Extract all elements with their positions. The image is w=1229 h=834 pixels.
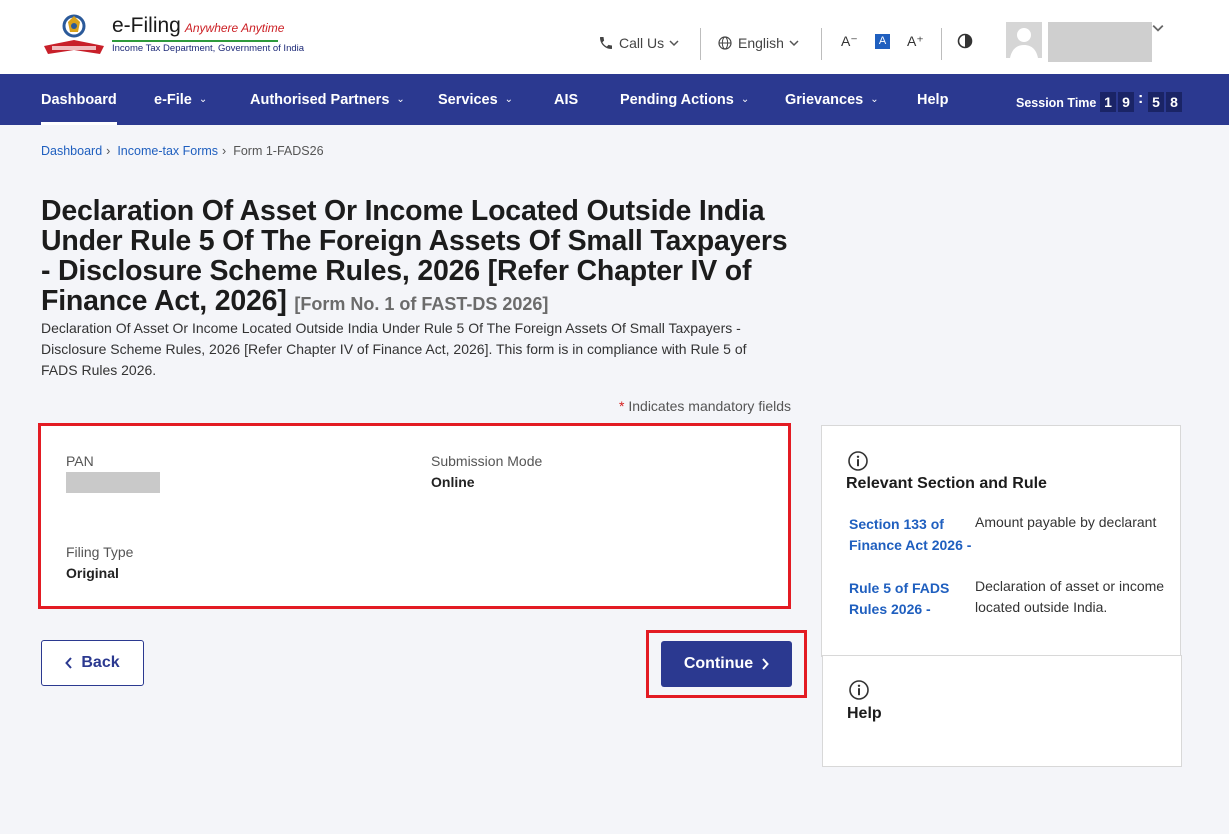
session-digit: 1 [1100,92,1116,112]
nav-authorised-partners[interactable]: Authorised Partners ⌄ [250,74,405,125]
user-icon [1010,28,1038,58]
nav-label: Dashboard [41,91,117,108]
filing-type-value: Original [66,565,119,581]
globe-icon [718,36,732,50]
breadcrumb-separator: › [222,144,227,158]
phone-icon [600,37,612,49]
user-name-masked[interactable] [1048,22,1152,62]
font-increase-button[interactable]: A⁺ [907,33,924,50]
page-title-form-number: [Form No. 1 of FAST-DS 2026] [294,294,549,314]
font-decrease-button[interactable]: A⁻ [841,33,858,50]
mandatory-note: * Indicates mandatory fields [600,398,791,414]
nav-dashboard[interactable]: Dashboard [41,74,117,125]
nav-pending-actions[interactable]: Pending Actions ⌄ [620,74,749,125]
nav-ais[interactable]: AIS [554,74,578,125]
chevron-down-icon [669,40,679,47]
nav-label: Pending Actions [620,91,734,108]
brand-name: e-Filing Anywhere Anytime [112,14,285,37]
continue-button-highlight: Continue [646,630,807,698]
efiling-logo[interactable]: e-Filing Anywhere Anytime Income Tax Depa… [40,10,304,62]
call-us-menu[interactable]: Call Us [598,30,679,56]
help-title[interactable]: Help [847,705,882,723]
section-133-link[interactable]: Section 133 of Finance Act 2026 - [849,514,974,556]
relevant-section-panel: Relevant Section and Rule Section 133 of… [821,425,1181,657]
mandatory-text: Indicates mandatory fields [628,398,791,414]
nav-label: Grievances [785,91,864,108]
language-label: English [738,35,784,51]
breadcrumb-current: Form 1-FADS26 [233,144,324,158]
info-icon [849,680,869,700]
continue-button[interactable]: Continue [661,641,792,687]
chevron-down-icon: ⌄ [740,94,750,105]
header-divider [941,28,942,60]
nav-label: Authorised Partners [250,91,390,108]
nav-help[interactable]: Help [917,74,948,125]
header-divider [821,28,822,60]
contrast-toggle-icon[interactable] [957,33,973,49]
filing-type-label: Filing Type [66,544,134,560]
relevant-section-title: Relevant Section and Rule [846,475,1047,492]
pan-value-masked [66,472,160,493]
back-button-label: Back [81,654,120,671]
breadcrumb: Dashboard › Income-tax Forms › Form 1-FA… [41,144,324,158]
chevron-down-icon: ⌄ [870,94,879,105]
user-avatar[interactable] [1006,22,1042,58]
font-normal-button[interactable]: A [875,34,890,49]
submission-mode-label: Submission Mode [431,453,543,469]
department-name: Income Tax Department, Government of Ind… [112,43,305,54]
nav-label: e-File [154,91,192,108]
breadcrumb-income-tax-forms[interactable]: Income-tax Forms [117,144,218,158]
page-description: Declaration Of Asset Or Income Located O… [41,320,747,378]
header-divider [700,28,701,60]
language-selector[interactable]: English [717,30,799,56]
chevron-left-icon [65,657,73,669]
nav-label: AIS [554,91,579,108]
rule-5-description: Declaration of asset or income located o… [975,578,1165,615]
back-button[interactable]: Back [41,640,144,686]
rule-5-link[interactable]: Rule 5 of FADS Rules 2026 - [849,578,974,620]
national-emblem-icon [44,14,104,54]
chevron-down-icon: ⌄ [396,94,405,105]
help-panel: Help [822,655,1182,767]
session-time-label: Session Time [1016,96,1097,110]
chevron-down-icon: ⌄ [504,94,514,105]
session-digit: 9 [1118,92,1134,112]
brand-underline [112,40,278,42]
chevron-down-icon [789,40,799,47]
submission-mode-value: Online [431,474,475,490]
mandatory-star: * [619,398,625,414]
chevron-right-icon [762,658,770,670]
chevron-down-icon: ⌄ [198,94,208,105]
session-digit: 5 [1148,92,1164,112]
nav-label: Services [438,91,498,108]
nav-label: Help [917,91,949,108]
breadcrumb-separator: › [106,144,111,158]
nav-services[interactable]: Services ⌄ [438,74,513,125]
breadcrumb-dashboard[interactable]: Dashboard [41,144,102,158]
chevron-down-icon[interactable] [1152,22,1164,34]
page-title: Declaration Of Asset Or Income Located O… [41,196,801,319]
form-summary-card: PAN Submission Mode Online Filing Type O… [38,423,791,609]
continue-button-label: Continue [683,655,754,672]
call-us-label: Call Us [619,35,665,51]
session-colon: : [1138,90,1144,107]
nav-grievances[interactable]: Grievances ⌄ [785,74,879,125]
info-icon [848,451,868,471]
pan-label: PAN [66,453,94,469]
session-digit: 8 [1166,92,1182,112]
top-header: e-Filing Anywhere Anytime Income Tax Depa… [0,0,1229,74]
nav-e-file[interactable]: e-File ⌄ [154,74,207,125]
brand-tagline: Anywhere Anytime [184,21,285,35]
section-133-description: Amount payable by declarant [975,514,1157,530]
